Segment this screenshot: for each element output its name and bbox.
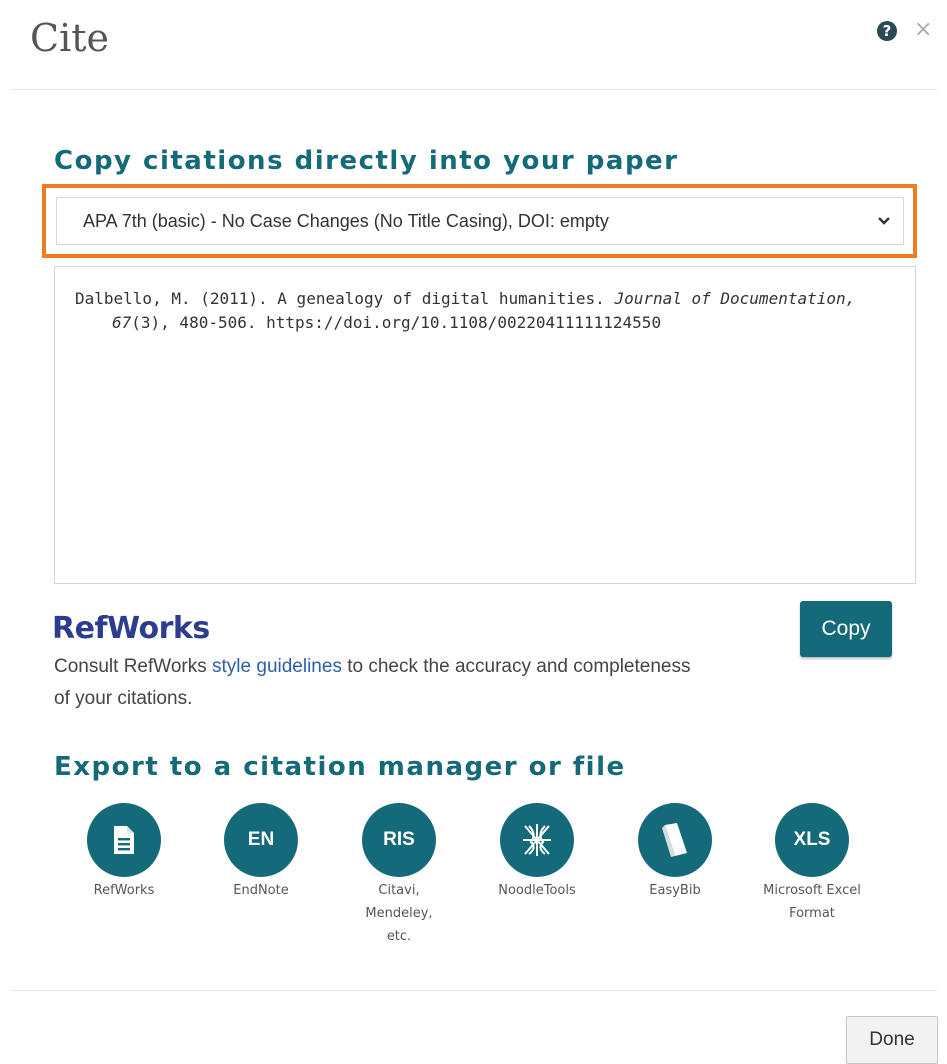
refworks-note: Consult RefWorks style guidelines to che…	[54, 651, 694, 715]
export-label: EasyBib	[649, 883, 701, 898]
refworks-note-prefix: Consult RefWorks	[54, 656, 213, 677]
footer-divider	[10, 990, 937, 991]
selected-style: APA 7th (basic) - No Case Changes (No Ti…	[83, 211, 609, 231]
export-label: EndNote	[233, 883, 289, 898]
export-label: RefWorks	[93, 883, 155, 898]
refworks-logo: RefWorks	[52, 611, 210, 646]
export-heading: Export to a citation manager or file	[54, 752, 626, 782]
export-excel[interactable]: XLS Microsoft Excel Format	[752, 803, 872, 925]
citation-text: Dalbello, M. (2011). A genealogy of digi…	[75, 287, 912, 335]
export-refworks[interactable]: RefWorks	[64, 803, 184, 902]
citation-journal: Journal of Documentation,	[614, 289, 856, 308]
ris-icon: RIS	[362, 803, 436, 877]
citation-style-select[interactable]: APA 7th (basic) - No Case Changes (No Ti…	[56, 197, 904, 245]
citation-textbox[interactable]: Dalbello, M. (2011). A genealogy of digi…	[54, 266, 916, 584]
export-label: NoodleTools	[498, 883, 576, 898]
done-button[interactable]: Done	[846, 1016, 938, 1064]
export-label: Citavi, Mendeley, etc.	[365, 883, 433, 944]
citation-authors-title: Dalbello, M. (2011). A genealogy of digi…	[75, 289, 615, 308]
export-noodletools[interactable]: NoodleTools	[477, 803, 597, 902]
export-easybib[interactable]: EasyBib	[615, 803, 735, 902]
endnote-icon: EN	[224, 803, 298, 877]
copy-button[interactable]: Copy	[800, 601, 892, 657]
noodletools-icon	[500, 803, 574, 877]
citation-pages-doi: (3), 480-506. https://doi.org/10.1108/00…	[131, 313, 662, 332]
close-icon[interactable]: ×	[914, 17, 932, 42]
style-guidelines-link[interactable]: style guidelines	[212, 656, 342, 677]
export-label: Microsoft Excel Format	[763, 883, 861, 921]
easybib-icon	[638, 803, 712, 877]
export-endnote[interactable]: EN EndNote	[201, 803, 321, 902]
citation-volume: 67	[112, 313, 132, 332]
document-icon	[87, 803, 161, 877]
xls-icon: XLS	[775, 803, 849, 877]
chevron-down-icon	[878, 217, 890, 225]
copy-heading: Copy citations directly into your paper	[54, 146, 679, 176]
help-icon[interactable]: ?	[877, 21, 897, 41]
dialog-title: Cite	[30, 16, 109, 60]
export-ris[interactable]: RIS Citavi, Mendeley, etc.	[339, 803, 459, 948]
header-divider	[10, 89, 937, 90]
